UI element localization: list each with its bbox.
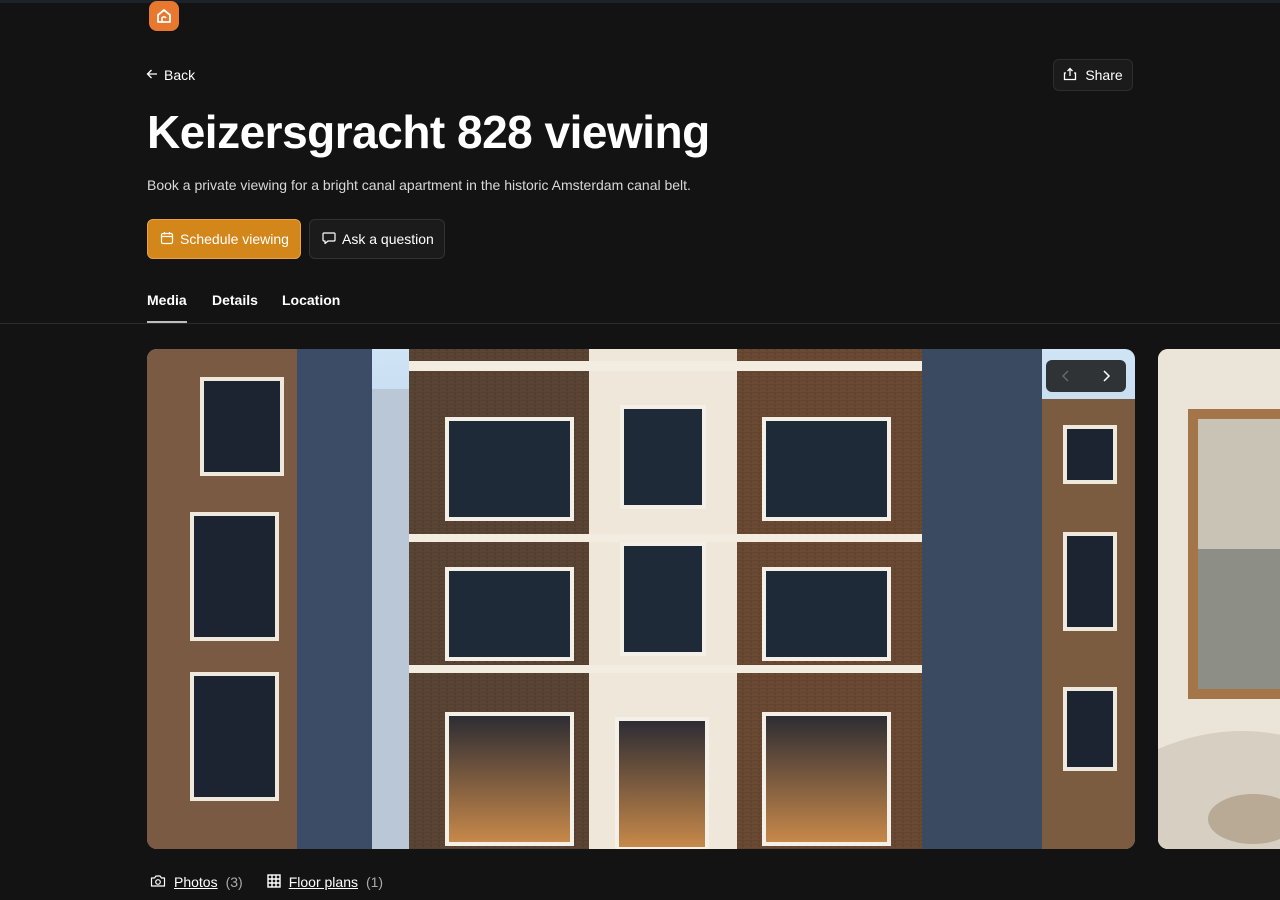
tab-bar: Media Details Location	[0, 288, 1280, 324]
ask-question-button[interactable]: Ask a question	[309, 219, 445, 259]
media-links: Photos (3) Floor plans (1)	[150, 872, 383, 892]
back-label: Back	[164, 67, 196, 83]
home-logo-icon[interactable]	[149, 1, 179, 31]
floor-plans-link[interactable]: Floor plans (1)	[267, 873, 384, 891]
chevron-right-icon[interactable]	[1086, 360, 1126, 392]
next-photo-preview[interactable]	[1158, 349, 1280, 849]
page-description: Book a private viewing for a bright cana…	[147, 177, 691, 193]
share-button[interactable]: Share	[1053, 59, 1133, 91]
page-title: Keizersgracht 828 viewing	[147, 106, 710, 158]
calendar-icon	[160, 231, 174, 248]
canal-house-photo	[147, 349, 1135, 849]
schedule-viewing-label: Schedule viewing	[180, 231, 289, 247]
ask-question-label: Ask a question	[342, 231, 434, 247]
interior-photo	[1158, 349, 1280, 849]
top-border	[0, 0, 1280, 3]
chat-icon	[322, 231, 336, 248]
share-label: Share	[1085, 67, 1123, 83]
tab-details[interactable]: Details	[212, 292, 258, 321]
photos-count: (3)	[225, 874, 243, 890]
floorplan-grid-icon	[267, 873, 281, 891]
chevron-left-icon[interactable]	[1046, 360, 1086, 392]
schedule-viewing-button[interactable]: Schedule viewing	[147, 219, 301, 259]
floor-plans-label: Floor plans	[288, 874, 358, 890]
photos-link[interactable]: Photos (3)	[150, 874, 243, 891]
back-link[interactable]: Back	[146, 66, 195, 84]
camera-icon	[150, 874, 166, 891]
tab-media[interactable]: Media	[147, 292, 187, 323]
floor-plans-count: (1)	[365, 874, 384, 890]
tab-location[interactable]: Location	[282, 292, 340, 321]
listing-photo[interactable]	[147, 349, 1135, 849]
share-icon	[1063, 67, 1077, 84]
arrow-left-icon	[146, 67, 158, 83]
photos-label: Photos	[174, 874, 218, 890]
carousel-controls	[1046, 360, 1126, 392]
